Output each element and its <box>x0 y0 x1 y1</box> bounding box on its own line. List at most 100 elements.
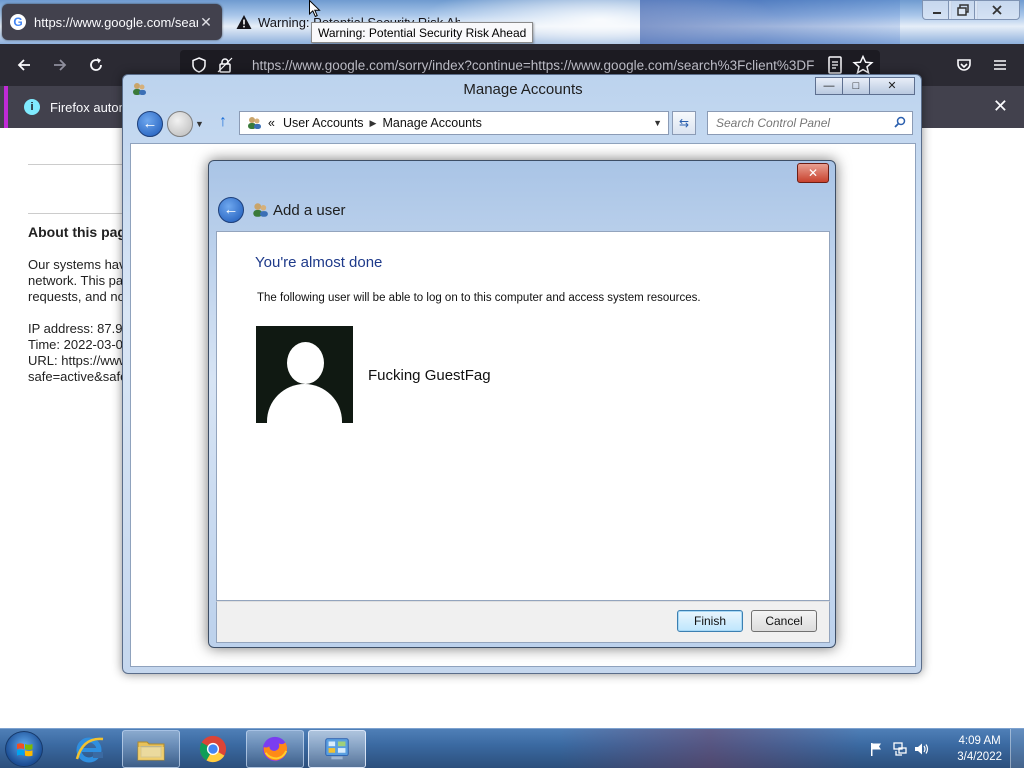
breadcrumb-user-accounts[interactable]: User Accounts <box>283 116 364 130</box>
tab-close-icon[interactable]: ✕ <box>198 14 214 31</box>
taskbar: 4:09 AM 3/4/2022 <box>0 728 1024 768</box>
page-heading: About this page <box>28 224 134 240</box>
reload-button[interactable] <box>82 52 110 78</box>
clock-date: 3/4/2022 <box>957 751 1002 763</box>
maximize-button[interactable]: □ <box>842 77 870 95</box>
action-center-flag-icon[interactable] <box>868 741 884 757</box>
avatar-head <box>287 342 324 384</box>
text-line: URL: https://www <box>28 353 128 368</box>
avatar <box>256 326 353 423</box>
divider <box>28 213 128 214</box>
warning-triangle-icon <box>236 15 252 29</box>
taskbar-chrome[interactable] <box>184 730 242 768</box>
reader-view-icon[interactable] <box>824 54 846 76</box>
up-arrow-icon[interactable]: ↑ <box>219 113 227 131</box>
explorer-navigation: ← ▼ ↑ « User Accounts ▶ Manage Accounts … <box>137 111 917 137</box>
taskbar-wallpaper-tint <box>560 729 860 768</box>
notice-accent <box>4 86 8 128</box>
lock-icon[interactable] <box>214 57 236 73</box>
dialog-footer: Finish Cancel <box>216 601 830 643</box>
mouse-cursor-icon <box>309 0 321 18</box>
tab-title: https://www.google.com/search <box>34 14 198 30</box>
recent-pages-dropdown[interactable]: ▼ <box>195 119 204 129</box>
google-favicon-icon: G <box>10 14 26 30</box>
taskbar-firefox[interactable] <box>246 730 304 768</box>
breadcrumb-overflow[interactable]: « <box>268 116 275 130</box>
cancel-button[interactable]: Cancel <box>751 610 817 632</box>
close-icon <box>992 5 1002 15</box>
forward-button[interactable] <box>167 111 193 137</box>
pocket-button[interactable] <box>950 52 978 78</box>
window-title: Manage Accounts <box>463 81 583 98</box>
shield-icon[interactable] <box>188 57 210 73</box>
address-bar[interactable]: « User Accounts ▶ Manage Accounts ▼ <box>239 111 669 135</box>
clock-time: 4:09 AM <box>958 735 1001 747</box>
internet-explorer-icon <box>75 737 104 763</box>
search-placeholder: Search Control Panel <box>716 116 831 130</box>
page-title: You're almost done <box>255 254 383 271</box>
system-clock[interactable]: 4:09 AM 3/4/2022 <box>957 733 1002 765</box>
dialog-description: The following user will be able to log o… <box>257 292 701 304</box>
breadcrumb-manage-accounts[interactable]: Manage Accounts <box>382 116 481 130</box>
system-tray: 4:09 AM 3/4/2022 <box>864 729 1024 768</box>
tab-tooltip: Warning: Potential Security Risk Ahead <box>311 22 534 43</box>
chrome-icon <box>199 735 227 763</box>
taskbar-windows-explorer[interactable] <box>122 730 180 768</box>
star-icon[interactable] <box>852 54 874 76</box>
breadcrumb-separator-icon[interactable]: ▶ <box>370 118 377 129</box>
window-close-button[interactable] <box>974 0 1020 20</box>
text-line: network. This pa <box>28 273 124 288</box>
reload-icon <box>90 58 102 71</box>
close-icon[interactable]: ✕ <box>993 96 1008 117</box>
control-panel-icon <box>325 738 349 760</box>
dialog-title: Add a user <box>273 202 346 219</box>
search-icon[interactable] <box>894 116 906 128</box>
minimize-button[interactable]: — <box>815 77 843 95</box>
volume-icon[interactable] <box>914 741 930 757</box>
menu-button[interactable] <box>986 52 1014 78</box>
user-accounts-icon <box>253 203 268 217</box>
user-name: Fucking GuestFag <box>368 367 491 384</box>
avatar-shoulders <box>267 384 342 423</box>
taskbar-control-panel[interactable] <box>308 730 366 768</box>
close-button[interactable]: ✕ <box>869 77 915 95</box>
pocket-icon <box>957 59 971 71</box>
back-button[interactable] <box>10 52 38 78</box>
refresh-button[interactable]: ⇆ <box>672 111 696 135</box>
wallpaper-shade <box>640 0 900 44</box>
add-user-dialog: ✕ ← Add a user You're almost done The fo… <box>208 160 836 648</box>
dialog-close-button[interactable]: ✕ <box>797 163 829 183</box>
finish-button[interactable]: Finish <box>677 610 743 632</box>
dialog-body: You're almost done The following user wi… <box>216 231 830 601</box>
text-line: Time: 2022-03-0 <box>28 337 123 352</box>
search-input[interactable]: Search Control Panel <box>707 111 913 135</box>
divider <box>28 164 128 165</box>
text-line: safe=active&safe <box>28 369 128 384</box>
arrow-right-icon <box>54 59 67 71</box>
page-body-text: Our systems have network. This pa reques… <box>28 257 128 385</box>
text-line: Our systems have <box>28 257 128 272</box>
text-line: requests, and no <box>28 289 125 304</box>
arrow-left-icon <box>17 59 30 71</box>
back-button[interactable]: ← <box>137 111 163 137</box>
url-text: https://www.google.com/sorry/index?conti… <box>252 57 815 73</box>
folder-icon <box>137 741 165 761</box>
text-line <box>28 305 128 321</box>
network-icon[interactable] <box>892 741 908 757</box>
text-line: IP address: 87.9 <box>28 321 123 336</box>
tab-google-search[interactable]: G https://www.google.com/search ✕ <box>2 4 222 40</box>
windows-logo-icon <box>17 743 33 757</box>
firefox-icon <box>262 736 288 762</box>
user-accounts-icon <box>248 117 261 129</box>
info-icon: i <box>24 99 40 115</box>
taskbar-internet-explorer[interactable] <box>60 730 118 768</box>
window-controls: — □ ✕ <box>815 77 915 95</box>
minimize-icon <box>933 12 941 14</box>
chevron-down-icon[interactable]: ▼ <box>653 118 662 128</box>
show-desktop-button[interactable] <box>1010 729 1024 768</box>
start-button[interactable] <box>5 731 43 767</box>
forward-button[interactable] <box>46 52 74 78</box>
restore-icon <box>957 4 969 16</box>
hamburger-icon <box>994 60 1006 70</box>
back-button[interactable]: ← <box>218 197 244 223</box>
